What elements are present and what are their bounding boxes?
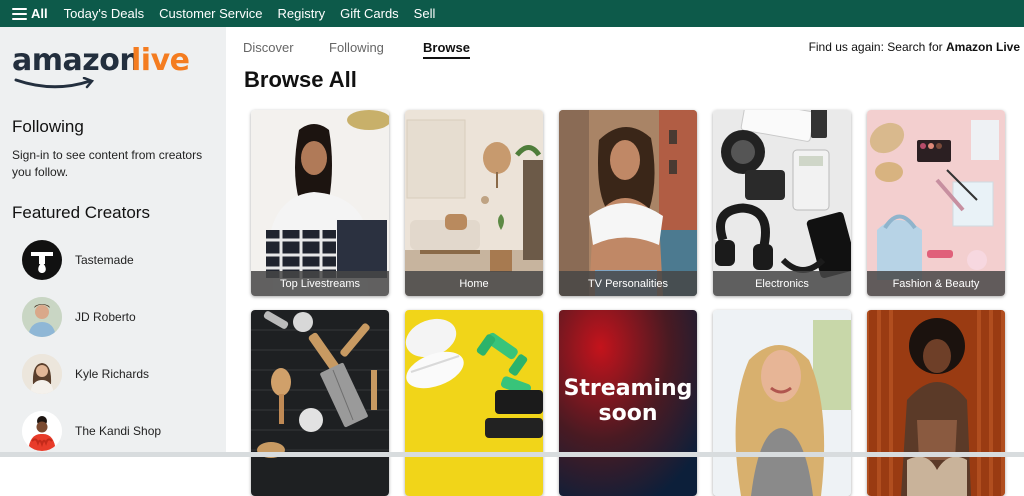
category-tile-kitchen[interactable] [251, 310, 389, 496]
avatar [22, 297, 62, 337]
all-menu-button[interactable]: All [12, 6, 48, 21]
creator-item-tastemade[interactable]: Tastemade [22, 240, 134, 280]
find-us-prefix: Find us again: Search for [808, 40, 946, 54]
tile-image [251, 310, 389, 496]
following-description: Sign-in to see content from creators you… [12, 148, 203, 179]
nav-link-todays-deals[interactable]: Today's Deals [64, 6, 145, 21]
horizontal-scrollbar[interactable] [0, 452, 1024, 457]
page-title: Browse All [244, 67, 357, 92]
creator-name: The Kandi Shop [75, 424, 162, 438]
top-nav-bar: All Today's Deals Customer Service Regis… [0, 0, 1024, 27]
nav-link-registry[interactable]: Registry [277, 6, 325, 21]
creator-item-kyle-richards[interactable]: Kyle Richards [22, 354, 149, 394]
tile-caption: Fashion & Beauty [867, 271, 1005, 296]
find-us-again-text: Find us again: Search for Amazon Live [809, 40, 1020, 54]
category-tile-fitness[interactable] [405, 310, 543, 496]
tile-caption: Electronics [713, 271, 851, 296]
tile-caption: Home [405, 271, 543, 296]
category-tile-streaming-soon[interactable]: Streaming soon [559, 310, 697, 496]
avatar [22, 354, 62, 394]
category-tile-creator-fashion[interactable] [867, 310, 1005, 496]
tile-image [867, 110, 1005, 296]
streaming-soon-overlay: Streaming soon [563, 376, 693, 426]
tab-discover[interactable]: Discover [243, 40, 294, 55]
following-heading: Following [12, 117, 84, 136]
category-tile-electronics[interactable]: Electronics [713, 110, 851, 296]
tastemade-logo-icon [22, 240, 62, 280]
nav-link-gift-cards[interactable]: Gift Cards [340, 6, 399, 21]
tab-browse[interactable]: Browse [423, 40, 470, 55]
tab-following[interactable]: Following [329, 40, 384, 55]
tile-caption: Top Livestreams [251, 271, 389, 296]
sidebar: amazon live Following Sign-in to see con… [0, 27, 226, 457]
category-tile-beauty-creator[interactable] [713, 310, 851, 496]
category-tile-fashion-beauty[interactable]: Fashion & Beauty [867, 110, 1005, 296]
tile-image [405, 310, 543, 496]
nav-link-sell[interactable]: Sell [414, 6, 436, 21]
creator-item-the-kandi-shop[interactable]: The Kandi Shop [22, 411, 161, 451]
category-tile-home[interactable]: Home [405, 110, 543, 296]
tile-caption: TV Personalities [559, 271, 697, 296]
logo-word-live: live [131, 43, 190, 78]
main-content: Discover Following Browse Find us again:… [226, 27, 1024, 496]
creator-name: Kyle Richards [75, 367, 150, 381]
tile-image [251, 110, 389, 296]
tile-image [405, 110, 543, 296]
creator-name: Tastemade [75, 253, 134, 267]
featured-creators-heading: Featured Creators [12, 203, 150, 222]
find-us-brand: Amazon Live [945, 40, 1020, 54]
creator-name: JD Roberto [75, 310, 136, 324]
amazon-live-logo[interactable]: amazon live [12, 43, 192, 103]
smile-arrow-icon [14, 77, 95, 89]
logo-word-amazon: amazon [12, 43, 141, 78]
nav-link-customer-service[interactable]: Customer Service [159, 6, 262, 21]
creator-item-jd-roberto[interactable]: JD Roberto [22, 297, 136, 337]
category-tile-top-livestreams[interactable]: Top Livestreams [251, 110, 389, 296]
active-tab-underline [423, 57, 470, 59]
tile-image [867, 310, 1005, 496]
tile-image [713, 310, 851, 496]
hamburger-icon [12, 7, 27, 20]
tile-image [713, 110, 851, 296]
all-menu-label: All [31, 6, 48, 21]
category-tile-tv-personalities[interactable]: TV Personalities [559, 110, 697, 296]
avatar [22, 411, 62, 451]
tile-image [559, 110, 697, 296]
